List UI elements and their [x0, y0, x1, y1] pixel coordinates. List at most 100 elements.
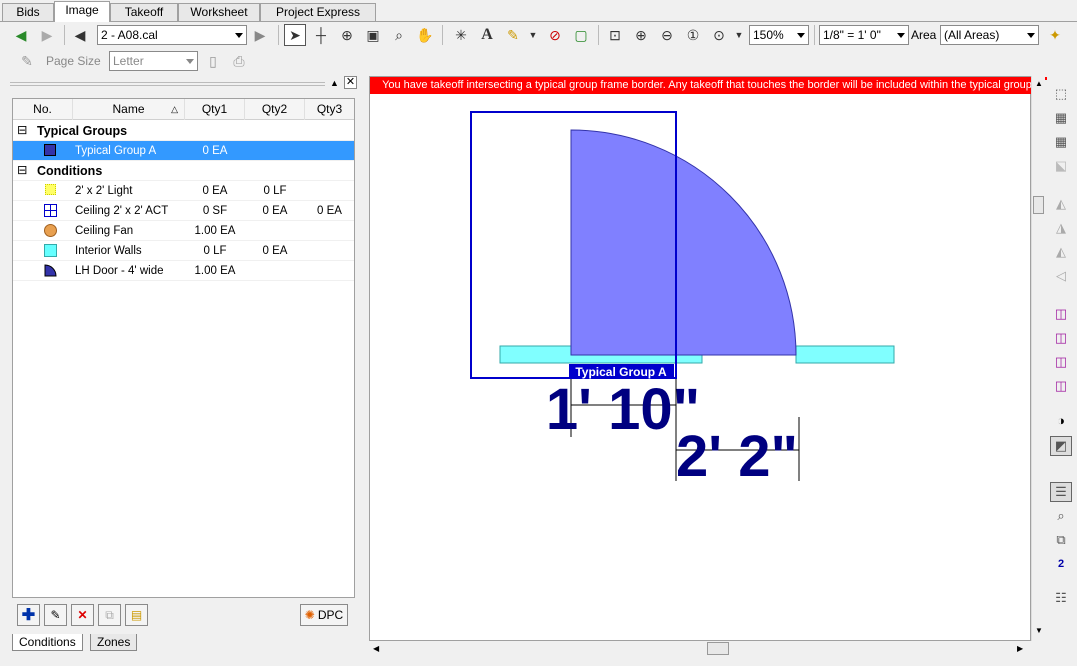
zoom-fit-icon[interactable]: ⊙: [708, 24, 730, 46]
page-setup-icon[interactable]: ✎: [16, 50, 38, 72]
door-swatch-icon: [44, 264, 57, 277]
collapse-icon[interactable]: ▲: [330, 78, 339, 88]
rotate-tool-icon[interactable]: ◮: [1050, 218, 1072, 238]
horizontal-scroll-thumb[interactable]: [707, 642, 729, 655]
edit-condition-button[interactable]: ✎: [44, 604, 67, 626]
tab-bar: Bids Image Takeoff Worksheet Project Exp…: [0, 0, 1077, 22]
grid-swatch-icon: [44, 204, 57, 217]
copy-condition-button[interactable]: ⧉: [98, 604, 121, 626]
list-item[interactable]: Ceiling 2' x 2' ACT 0 SF 0 EA 0 EA: [13, 201, 354, 221]
tab-bids[interactable]: Bids: [2, 3, 54, 21]
list-item[interactable]: Typical Group A 0 EA: [13, 141, 354, 161]
forward-icon[interactable]: ▶: [36, 24, 58, 46]
wall-right[interactable]: [795, 345, 895, 364]
tab-takeoff[interactable]: Takeoff: [110, 3, 178, 21]
shape-tool-4-icon[interactable]: ◫: [1050, 376, 1072, 396]
zoom-actual-icon[interactable]: ①: [682, 24, 704, 46]
grid-tool-icon[interactable]: ▦: [1050, 132, 1072, 152]
mirror-tool-icon[interactable]: ◭: [1050, 194, 1072, 214]
list-view-icon[interactable]: ☰: [1050, 482, 1072, 502]
vertex-tool-icon[interactable]: ⬚: [1050, 84, 1072, 104]
shape-tool-2-icon[interactable]: ◫: [1050, 328, 1072, 348]
expand-toggle-icon[interactable]: ⊟: [17, 120, 27, 140]
col-no[interactable]: No.: [13, 99, 73, 120]
area-select[interactable]: (All Areas): [940, 25, 1039, 45]
zoom-box-icon[interactable]: ⌕: [388, 24, 410, 46]
highlighter-dropdown-icon[interactable]: ▼: [526, 24, 540, 46]
zoom-window-icon[interactable]: ⊕: [336, 24, 358, 46]
pan-hand-icon[interactable]: ✋: [414, 24, 436, 46]
new-page-icon[interactable]: ▯: [202, 50, 224, 72]
zoom-dropdown-icon[interactable]: ▼: [732, 24, 746, 46]
dpc-button[interactable]: ✺ DPC: [300, 604, 348, 626]
shape-tool-3-icon[interactable]: ◫: [1050, 352, 1072, 372]
list-item[interactable]: LH Door - 4' wide 1.00 EA: [13, 261, 354, 281]
cutout-tool-icon[interactable]: ⬕: [1050, 156, 1072, 176]
legend-icon[interactable]: ☷: [1050, 588, 1072, 608]
tab-zones[interactable]: Zones: [90, 634, 138, 651]
search-page-icon[interactable]: ⌕: [1050, 506, 1072, 526]
previous-page-icon[interactable]: ◀: [72, 24, 88, 46]
contrast-icon[interactable]: ◑: [1050, 410, 1072, 430]
zoom-out-icon[interactable]: ⊖: [656, 24, 678, 46]
close-icon[interactable]: ✕: [344, 76, 357, 89]
door-swing[interactable]: [570, 129, 797, 356]
annotation-icon[interactable]: ✳: [450, 24, 472, 46]
horizontal-scrollbar[interactable]: ◀ ▶: [369, 641, 1031, 657]
expand-toggle-icon[interactable]: ⊟: [17, 160, 27, 180]
back-icon[interactable]: ◀: [10, 24, 32, 46]
dimension-2[interactable]: 2' 2": [676, 424, 798, 489]
frame-icon[interactable]: ▢: [570, 24, 592, 46]
overlay-icon[interactable]: ⧉: [1050, 530, 1072, 550]
text-icon[interactable]: A: [476, 24, 498, 46]
group-conditions[interactable]: ⊟ Conditions: [13, 161, 354, 181]
col-name[interactable]: Name △: [73, 99, 185, 120]
copy-icon: ⧉: [105, 607, 114, 622]
scale-select[interactable]: 1/8" = 1' 0": [819, 25, 909, 45]
scroll-left-icon[interactable]: ◀: [373, 644, 379, 653]
shape-tool-1-icon[interactable]: ◫: [1050, 304, 1072, 324]
drawing-canvas[interactable]: You have takeoff intersecting a typical …: [369, 76, 1047, 641]
group-typical-groups[interactable]: ⊟ Typical Groups: [13, 121, 354, 141]
zoom-in-icon[interactable]: ⊕: [630, 24, 652, 46]
add-condition-button[interactable]: ✚: [17, 604, 40, 626]
list-item[interactable]: Interior Walls 0 LF 0 EA: [13, 241, 354, 261]
crosshair-icon[interactable]: ┼: [310, 24, 332, 46]
select-pointer-icon[interactable]: ➤: [284, 24, 306, 46]
tab-image[interactable]: Image: [54, 1, 110, 22]
col-qty3[interactable]: Qty3: [305, 99, 354, 120]
highlighter-icon[interactable]: ✎: [502, 24, 524, 46]
delete-icon: ✕: [77, 608, 88, 622]
page-size-select[interactable]: Letter: [109, 51, 198, 71]
page-select[interactable]: 2 - A08.cal: [97, 25, 247, 45]
tab-worksheet[interactable]: Worksheet: [178, 3, 260, 21]
vertical-scroll-thumb[interactable]: [1033, 196, 1044, 214]
flip-tool-icon[interactable]: ◭: [1050, 242, 1072, 262]
tab-conditions[interactable]: Conditions: [12, 634, 83, 651]
magic-wand-icon[interactable]: ✦: [1044, 24, 1066, 46]
scroll-up-icon[interactable]: ▲: [1035, 79, 1043, 88]
stop-icon[interactable]: ⊘: [544, 24, 566, 46]
scroll-right-icon[interactable]: ▶: [1017, 644, 1023, 653]
delete-condition-button[interactable]: ✕: [71, 604, 94, 626]
layer-toggle-icon[interactable]: ◩: [1050, 436, 1072, 456]
zoom-page-icon[interactable]: ⊡: [604, 24, 626, 46]
next-page-icon[interactable]: ▶: [252, 24, 268, 46]
panel-grip[interactable]: [10, 82, 325, 86]
print-icon[interactable]: ⎙: [228, 50, 250, 72]
dpc-icon: ✺: [304, 608, 315, 622]
flip-vertical-icon[interactable]: ◁: [1050, 266, 1072, 286]
col-qty2[interactable]: Qty2: [245, 99, 305, 120]
new-folder-button[interactable]: ▤: [125, 604, 148, 626]
scroll-down-icon[interactable]: ▼: [1035, 626, 1043, 635]
drawing-svg: Typical Group A 1' 10" 2' 2": [470, 111, 895, 489]
list-item[interactable]: Ceiling Fan 1.00 EA: [13, 221, 354, 241]
page-number-icon[interactable]: 2: [1050, 554, 1072, 574]
zoom-select[interactable]: 150%: [749, 25, 809, 45]
area-tool-icon[interactable]: ▦: [1050, 108, 1072, 128]
zoom-extents-icon[interactable]: ▣: [362, 24, 384, 46]
tab-project-express[interactable]: Project Express: [260, 3, 376, 21]
vertical-scrollbar[interactable]: ▲ ▼: [1031, 76, 1045, 641]
list-item[interactable]: 2' x 2' Light 0 EA 0 LF: [13, 181, 354, 201]
col-qty1[interactable]: Qty1: [185, 99, 245, 120]
